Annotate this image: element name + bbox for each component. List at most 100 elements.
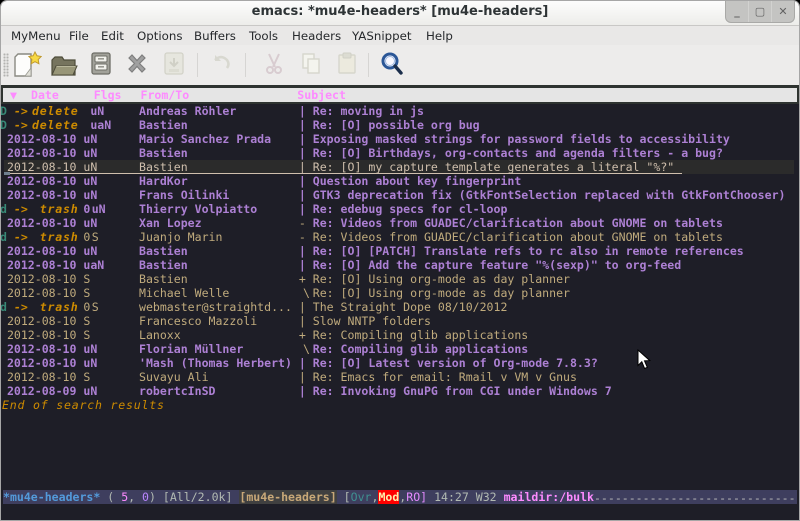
thread-indicator: | <box>299 314 306 328</box>
modeline-mode: [mu4e-headers] <box>239 490 336 504</box>
thread-indicator: | <box>299 146 306 160</box>
message-subject: Re: Compiling glib applications <box>313 342 529 356</box>
emacs-window: emacs: *mu4e-headers* [mu4e-headers] _▢✕… <box>0 0 800 521</box>
thread-indicator: \ <box>303 286 310 300</box>
message-flags: uN <box>92 202 106 216</box>
message-date: 2012-08-10 <box>7 244 77 258</box>
message-from: Bastien <box>139 258 188 272</box>
message-thread: | <box>299 146 306 160</box>
message-row[interactable]: 2012-08-10uNFlorian Müllner\Re: Compilin… <box>0 342 798 356</box>
message-row[interactable]: 2012-08-10uNXan Lopez-Re: Videos from GU… <box>0 216 798 230</box>
message-action: delete <box>32 118 79 132</box>
message-date: 2012-08-10 <box>7 146 77 160</box>
message-flags: S <box>92 300 99 314</box>
message-row[interactable]: D->deleteuaNBastien|Re: [O] possible org… <box>0 118 798 132</box>
message-flags: S <box>83 272 90 286</box>
message-mark: d <box>0 300 7 314</box>
message-subject: Re: Invoking GnuPG from CGI under Window… <box>313 384 612 398</box>
message-from: Mario Sanchez Prada <box>139 132 271 146</box>
modeline-dashes: ----------------------------- <box>594 491 796 505</box>
thread-indicator: | <box>299 174 306 188</box>
message-subject: The Straight Dope 08/10/2012 <box>313 300 508 314</box>
thread-indicator: | <box>299 202 306 216</box>
message-thread: | <box>299 258 306 272</box>
message-row[interactable]: 2012-08-10uNBastien|Re: [O] my capture t… <box>0 160 798 174</box>
text-cursor <box>4 172 10 175</box>
message-from: HardKor <box>139 174 188 188</box>
modeline-column: 0 <box>142 490 149 504</box>
message-flags: S <box>83 370 90 384</box>
message-flags: uaN <box>90 118 111 132</box>
message-row[interactable]: 2012-08-10 uaN Bastien | Re: [O] Add the cap… <box>0 258 798 272</box>
message-row[interactable]: d->trash0uNThierry Volpiatto|Re: edebug … <box>0 202 798 216</box>
message-action-arrow: -> <box>14 202 28 216</box>
message-row[interactable]: 2012-08-10SFrancesco Mazzoli|Slow NNTP f… <box>0 314 798 328</box>
message-row[interactable]: 2012-08-10uNBastien|Re: [O] Birthdays, o… <box>0 146 798 160</box>
message-subject: Re: edebug specs for cl-loop <box>313 202 508 216</box>
message-thread: \ <box>303 286 310 300</box>
message-subject: Re: [O] possible org bug <box>313 118 480 132</box>
message-subject: Re: [O] Using org-mode as day planner <box>313 286 570 300</box>
message-date: 2012-08-10 <box>7 188 77 202</box>
message-flags: S <box>83 328 90 342</box>
message-subject: Re: [O] Add the capture feature "%(sexp)… <box>313 258 681 272</box>
message-date: 2012-08-10 <box>7 160 77 174</box>
message-from: Thierry Volpiatto <box>139 202 257 216</box>
message-row[interactable]: D->deleteuNAndreas Röhler|Re: moving in … <box>0 104 798 118</box>
message-action-arrow: -> <box>14 300 28 314</box>
message-row[interactable]: 2012-08-10SMichael Welle\Re: [O] Using o… <box>0 286 798 300</box>
message-thread: | <box>299 188 306 202</box>
message-from: 'Mash (Thomas Herbert) <box>139 356 292 370</box>
message-row[interactable]: 2012-08-09uNrobertcInSD|Re: Invoking Gnu… <box>0 384 798 398</box>
message-row[interactable]: 2012-08-10uNBastien|Re: [O] [PATCH] Tran… <box>0 244 798 258</box>
message-row[interactable]: 2012-08-10uNHardKor|Question about key f… <box>0 174 798 188</box>
message-subject: Re: Videos from GUADEC/clarification abo… <box>313 216 723 230</box>
message-row[interactable]: d->trash0SJuanjo Marin-Re: Videos from G… <box>0 230 798 244</box>
message-from: webmaster@straightd... <box>139 300 292 314</box>
message-date: 2012-08-09 <box>7 384 77 398</box>
message-row[interactable]: 2012-08-10SSuvayu Ali|Re: Emacs for emai… <box>0 370 798 384</box>
message-action-arrow: -> <box>14 104 28 118</box>
message-mark: D <box>0 118 7 132</box>
message-from: Michael Welle <box>139 286 229 300</box>
modeline-paren: ) <box>149 490 156 504</box>
message-from: Frans Oilinki <box>139 188 229 202</box>
message-thread: | <box>299 202 306 216</box>
message-thread: | <box>299 174 306 188</box>
message-date: 2012-08-10 <box>7 258 77 272</box>
message-row[interactable]: 2012-08-10uNMario Sanchez Prada|Exposing… <box>0 132 798 146</box>
headers-list: D->deleteuNAndreas Röhler|Re: moving in … <box>0 0 799 520</box>
message-subject: Re: [O] Using org-mode as day planner <box>313 272 570 286</box>
message-thread: | <box>299 244 306 258</box>
message-prefix: d <box>0 300 7 314</box>
message-from: Bastien <box>139 244 188 258</box>
message-row[interactable]: 2012-08-10SBastien+Re: [O] Using org-mod… <box>0 272 798 286</box>
mode-line: *mu4e-headers* ( 5, 0) [All/2.0k] [mu4e-… <box>3 490 797 504</box>
message-action-arrow: -> <box>14 230 28 244</box>
message-flags: uN <box>83 384 97 398</box>
message-flags: uaN <box>83 258 104 272</box>
message-subject: Exposing masked strings for password fie… <box>313 132 730 146</box>
message-row[interactable]: 2012-08-10SLanoxx+Re: Compiling glib app… <box>0 328 798 342</box>
modeline-size: [All/2.0k] <box>163 490 233 504</box>
message-mark: D <box>0 104 7 118</box>
message-prefix: D <box>0 104 7 118</box>
message-from: Xan Lopez <box>139 216 202 230</box>
message-flags: uN <box>83 132 97 146</box>
message-row[interactable]: 2012-08-10uNFrans Oilinki|GTK3 deprecati… <box>0 188 798 202</box>
message-from: Florian Müllner <box>139 342 243 356</box>
modeline-ovr: Ovr <box>351 490 372 504</box>
message-row[interactable]: 2012-08-10uN'Mash (Thomas Herbert)|Re: [… <box>0 356 798 370</box>
message-refcount: 0 <box>83 202 90 216</box>
message-from: Andreas Röhler <box>139 104 236 118</box>
end-of-search-results: End of search results <box>0 398 798 412</box>
message-thread: | <box>299 384 306 398</box>
message-thread: - <box>299 216 306 230</box>
modeline-text: *mu4e-headers* ( 5, 0) [All/2.0k] [mu4e-… <box>3 490 796 504</box>
message-thread: | <box>299 300 306 314</box>
message-date: 2012-08-10 <box>7 328 77 342</box>
message-row[interactable]: d->trash0Swebmaster@straightd...|The Str… <box>0 300 798 314</box>
message-subject: Re: [O] Birthdays, org-contacts and agen… <box>313 146 723 160</box>
message-subject: Re: [O] Latest version of Org-mode 7.8.3… <box>313 356 598 370</box>
message-thread: | <box>299 118 306 132</box>
